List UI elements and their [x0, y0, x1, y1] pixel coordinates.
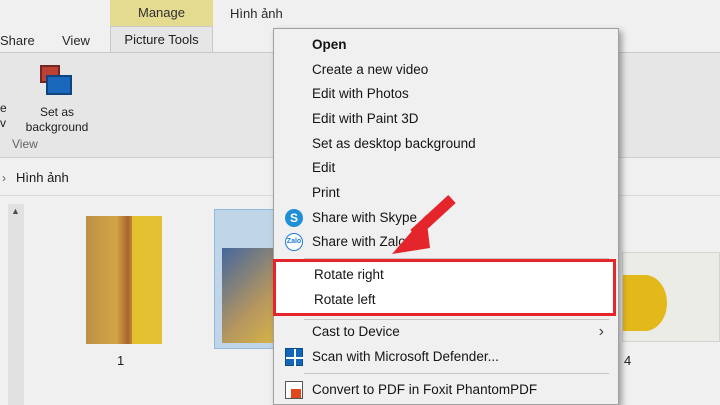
- set-as-background-button[interactable]: Set as background: [18, 61, 96, 135]
- menu-item-edit[interactable]: Edit: [274, 156, 618, 180]
- menu-item-edit-paint3d[interactable]: Edit with Paint 3D: [274, 107, 618, 131]
- menu-item-convert-pdf[interactable]: Convert to PDF in Foxit PhantomPDF: [274, 378, 618, 402]
- rotate-options-highlight: Rotate right Rotate left: [273, 259, 616, 316]
- tab-manage[interactable]: Manage: [110, 0, 213, 26]
- tab-share[interactable]: Share: [0, 33, 35, 48]
- menu-item-edit-photos[interactable]: Edit with Photos: [274, 82, 618, 106]
- tab-picture-tools[interactable]: Picture Tools: [110, 26, 213, 53]
- menu-separator: [304, 373, 609, 374]
- foxit-pdf-icon: [285, 381, 303, 399]
- tab-view[interactable]: View: [62, 33, 90, 48]
- file-label-4: 4: [624, 353, 632, 368]
- skype-icon: S: [285, 209, 303, 227]
- file-thumbnail-1[interactable]: [86, 216, 162, 344]
- menu-item-cast-to-device[interactable]: Cast to Device ›: [274, 320, 618, 344]
- nav-pane-scrollbar[interactable]: ▲: [8, 204, 24, 405]
- breadcrumb[interactable]: Hình ảnh: [16, 170, 69, 185]
- chevron-right-icon: ›: [2, 171, 6, 185]
- menu-item-set-desktop-background[interactable]: Set as desktop background: [274, 132, 618, 156]
- menu-item-open[interactable]: Open: [274, 33, 618, 57]
- chevron-right-icon: ›: [598, 323, 604, 340]
- menu-item-share-skype[interactable]: S Share with Skype: [274, 206, 618, 230]
- ribbon-group-view: View: [12, 137, 38, 151]
- defender-icon: [285, 348, 304, 367]
- ribbon-clipped-label: ev: [0, 101, 7, 130]
- set-background-icon: [40, 65, 74, 99]
- menu-item-scan-defender[interactable]: Scan with Microsoft Defender...: [274, 345, 618, 369]
- menu-item-rotate-right[interactable]: Rotate right: [276, 263, 620, 287]
- window-title: Hình ảnh: [230, 6, 283, 21]
- set-as-background-label: Set as background: [25, 105, 89, 134]
- zalo-icon: Zalo: [285, 233, 303, 251]
- file-label-1: 1: [117, 353, 125, 368]
- menu-item-create-video[interactable]: Create a new video: [274, 58, 618, 82]
- menu-item-share-zalo[interactable]: Zalo Share with Zalo: [274, 230, 618, 254]
- scroll-up-icon[interactable]: ▲: [11, 206, 20, 216]
- menu-item-rotate-left[interactable]: Rotate left: [276, 288, 620, 312]
- file-thumbnail-4[interactable]: [622, 252, 720, 342]
- file-thumbnail-selected[interactable]: [222, 248, 280, 343]
- menu-item-print[interactable]: Print: [274, 181, 618, 205]
- context-menu: Open Create a new video Edit with Photos…: [273, 28, 619, 405]
